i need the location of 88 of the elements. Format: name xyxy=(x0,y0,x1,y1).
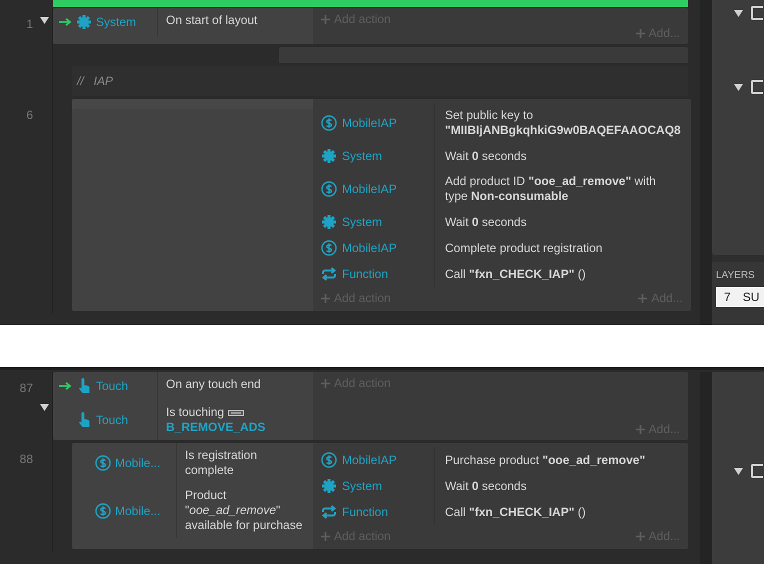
collapse-toggle[interactable] xyxy=(40,17,49,24)
object-name: Function xyxy=(342,267,388,281)
condition-text: Is touching xyxy=(166,405,224,420)
plus-icon xyxy=(321,378,330,388)
object-name: System xyxy=(342,149,382,163)
action-text: Wait 0 seconds xyxy=(445,214,527,230)
dollar-coin-icon xyxy=(321,181,337,197)
object-name: Mobile... xyxy=(115,456,160,470)
action-text: Complete product registration xyxy=(445,240,602,256)
action-text: Wait 0 seconds xyxy=(445,478,527,494)
action-row[interactable]: Function Call "fxn_CHECK_IAP" () xyxy=(313,499,688,525)
scrollbar-track[interactable] xyxy=(700,0,712,325)
cycle-arrows-icon xyxy=(321,504,337,520)
object-name: System xyxy=(96,15,136,29)
condition-row[interactable]: Touch On any touch end xyxy=(53,372,313,400)
action-row[interactable]: MobileIAP Purchase product "ooe_ad_remove" xyxy=(313,447,688,473)
action-row[interactable]: System Wait 0 seconds xyxy=(313,473,688,499)
plus-icon xyxy=(636,532,645,540)
object-name: MobileIAP xyxy=(342,182,397,196)
line-number: 87 xyxy=(20,381,33,395)
line-number: 88 xyxy=(20,452,33,466)
plus-icon xyxy=(321,294,330,302)
checkbox[interactable] xyxy=(751,464,763,478)
action-text: Purchase product "ooe_ad_remove" xyxy=(445,452,646,468)
object-parameter: B_REMOVE_ADS xyxy=(166,420,266,435)
action-text: Add product ID "ooe_ad_remove" with type Non-consumable xyxy=(445,174,657,204)
plus-icon xyxy=(321,532,330,540)
cycle-arrows-icon xyxy=(321,266,337,282)
tree-toggle[interactable] xyxy=(734,84,743,90)
object-name: Touch xyxy=(96,413,128,427)
object-name: MobileIAP xyxy=(342,241,397,255)
layer-row[interactable]: 7 SU xyxy=(716,287,764,307)
action-row[interactable]: Function Call "fxn_CHECK_IAP" () xyxy=(313,261,691,287)
condition-text: On any touch end xyxy=(166,377,262,392)
condition-row[interactable]: Mobile... Product "ooe_ad_remove" available for purchase xyxy=(72,483,313,538)
plus-icon xyxy=(636,28,645,38)
condition-row[interactable]: Mobile... Is registration complete xyxy=(72,443,313,483)
scrollbar-track[interactable] xyxy=(700,372,712,564)
plus-icon xyxy=(636,424,645,434)
object-name: Mobile... xyxy=(115,504,160,518)
gear-icon xyxy=(76,14,92,30)
action-row[interactable]: System Wait 0 seconds xyxy=(313,143,691,169)
condition-row[interactable]: Touch Is touching B_REMOVE_ADS xyxy=(53,400,313,440)
plus-icon xyxy=(321,14,330,24)
tree-toggle[interactable] xyxy=(734,468,743,474)
object-name: MobileIAP xyxy=(342,453,397,467)
object-name: Function xyxy=(342,505,388,519)
dollar-coin-icon xyxy=(321,452,337,468)
object-name: Touch xyxy=(96,379,128,393)
gear-icon xyxy=(321,478,337,494)
gear-icon xyxy=(321,214,337,230)
event-block[interactable] xyxy=(72,99,691,311)
action-text: Wait 0 seconds xyxy=(445,148,527,164)
hand-pointer-icon xyxy=(76,412,92,428)
comment-text: IAP xyxy=(94,74,114,88)
line-number: 1 xyxy=(26,17,33,31)
hand-pointer-icon xyxy=(76,378,92,394)
comment-marker: // xyxy=(77,74,84,88)
action-row[interactable]: MobileIAP Complete product registration xyxy=(313,235,691,261)
checkbox[interactable] xyxy=(751,6,763,20)
action-row[interactable]: MobileIAP Set public key to "MIIBIjANBgkqhkiG9w0BAQEFAAOCAQ8 xyxy=(313,103,691,143)
tree-toggle[interactable] xyxy=(734,10,743,16)
layer-number: 7 xyxy=(724,290,731,304)
object-name: System xyxy=(342,479,382,493)
dollar-coin-icon xyxy=(321,240,337,256)
panel-title: LAYERS xyxy=(715,269,755,283)
object-thumbnail-icon xyxy=(228,410,244,416)
action-row[interactable]: MobileIAP Add product ID "ooe_ad_remove" with type Non-consumable xyxy=(313,169,691,209)
condition-text: Product "ooe_ad_remove" available for purchase xyxy=(185,488,304,533)
object-name: System xyxy=(342,215,382,229)
action-text: Set public key to "MIIBIjANBgkqhkiG9w0BAQEFAAOCAQ8 xyxy=(445,108,681,138)
action-row[interactable]: System Wait 0 seconds xyxy=(313,209,691,235)
action-text: Call "fxn_CHECK_IAP" () xyxy=(445,266,586,282)
checkbox[interactable] xyxy=(751,80,763,94)
event-block[interactable] xyxy=(72,443,688,549)
dollar-coin-icon xyxy=(95,502,111,518)
object-name: MobileIAP xyxy=(342,116,397,130)
dollar-coin-icon xyxy=(321,115,337,131)
condition-text: On start of layout xyxy=(166,13,258,28)
collapse-toggle[interactable] xyxy=(40,404,49,411)
line-number: 6 xyxy=(26,108,33,122)
action-text: Call "fxn_CHECK_IAP" () xyxy=(445,504,586,520)
layer-name: SU xyxy=(742,290,760,304)
dollar-coin-icon xyxy=(95,455,111,471)
condition-text: Is registration complete xyxy=(185,448,258,478)
comment-row[interactable]: // IAP xyxy=(72,66,688,96)
gear-icon xyxy=(321,148,337,164)
plus-icon xyxy=(638,294,648,302)
